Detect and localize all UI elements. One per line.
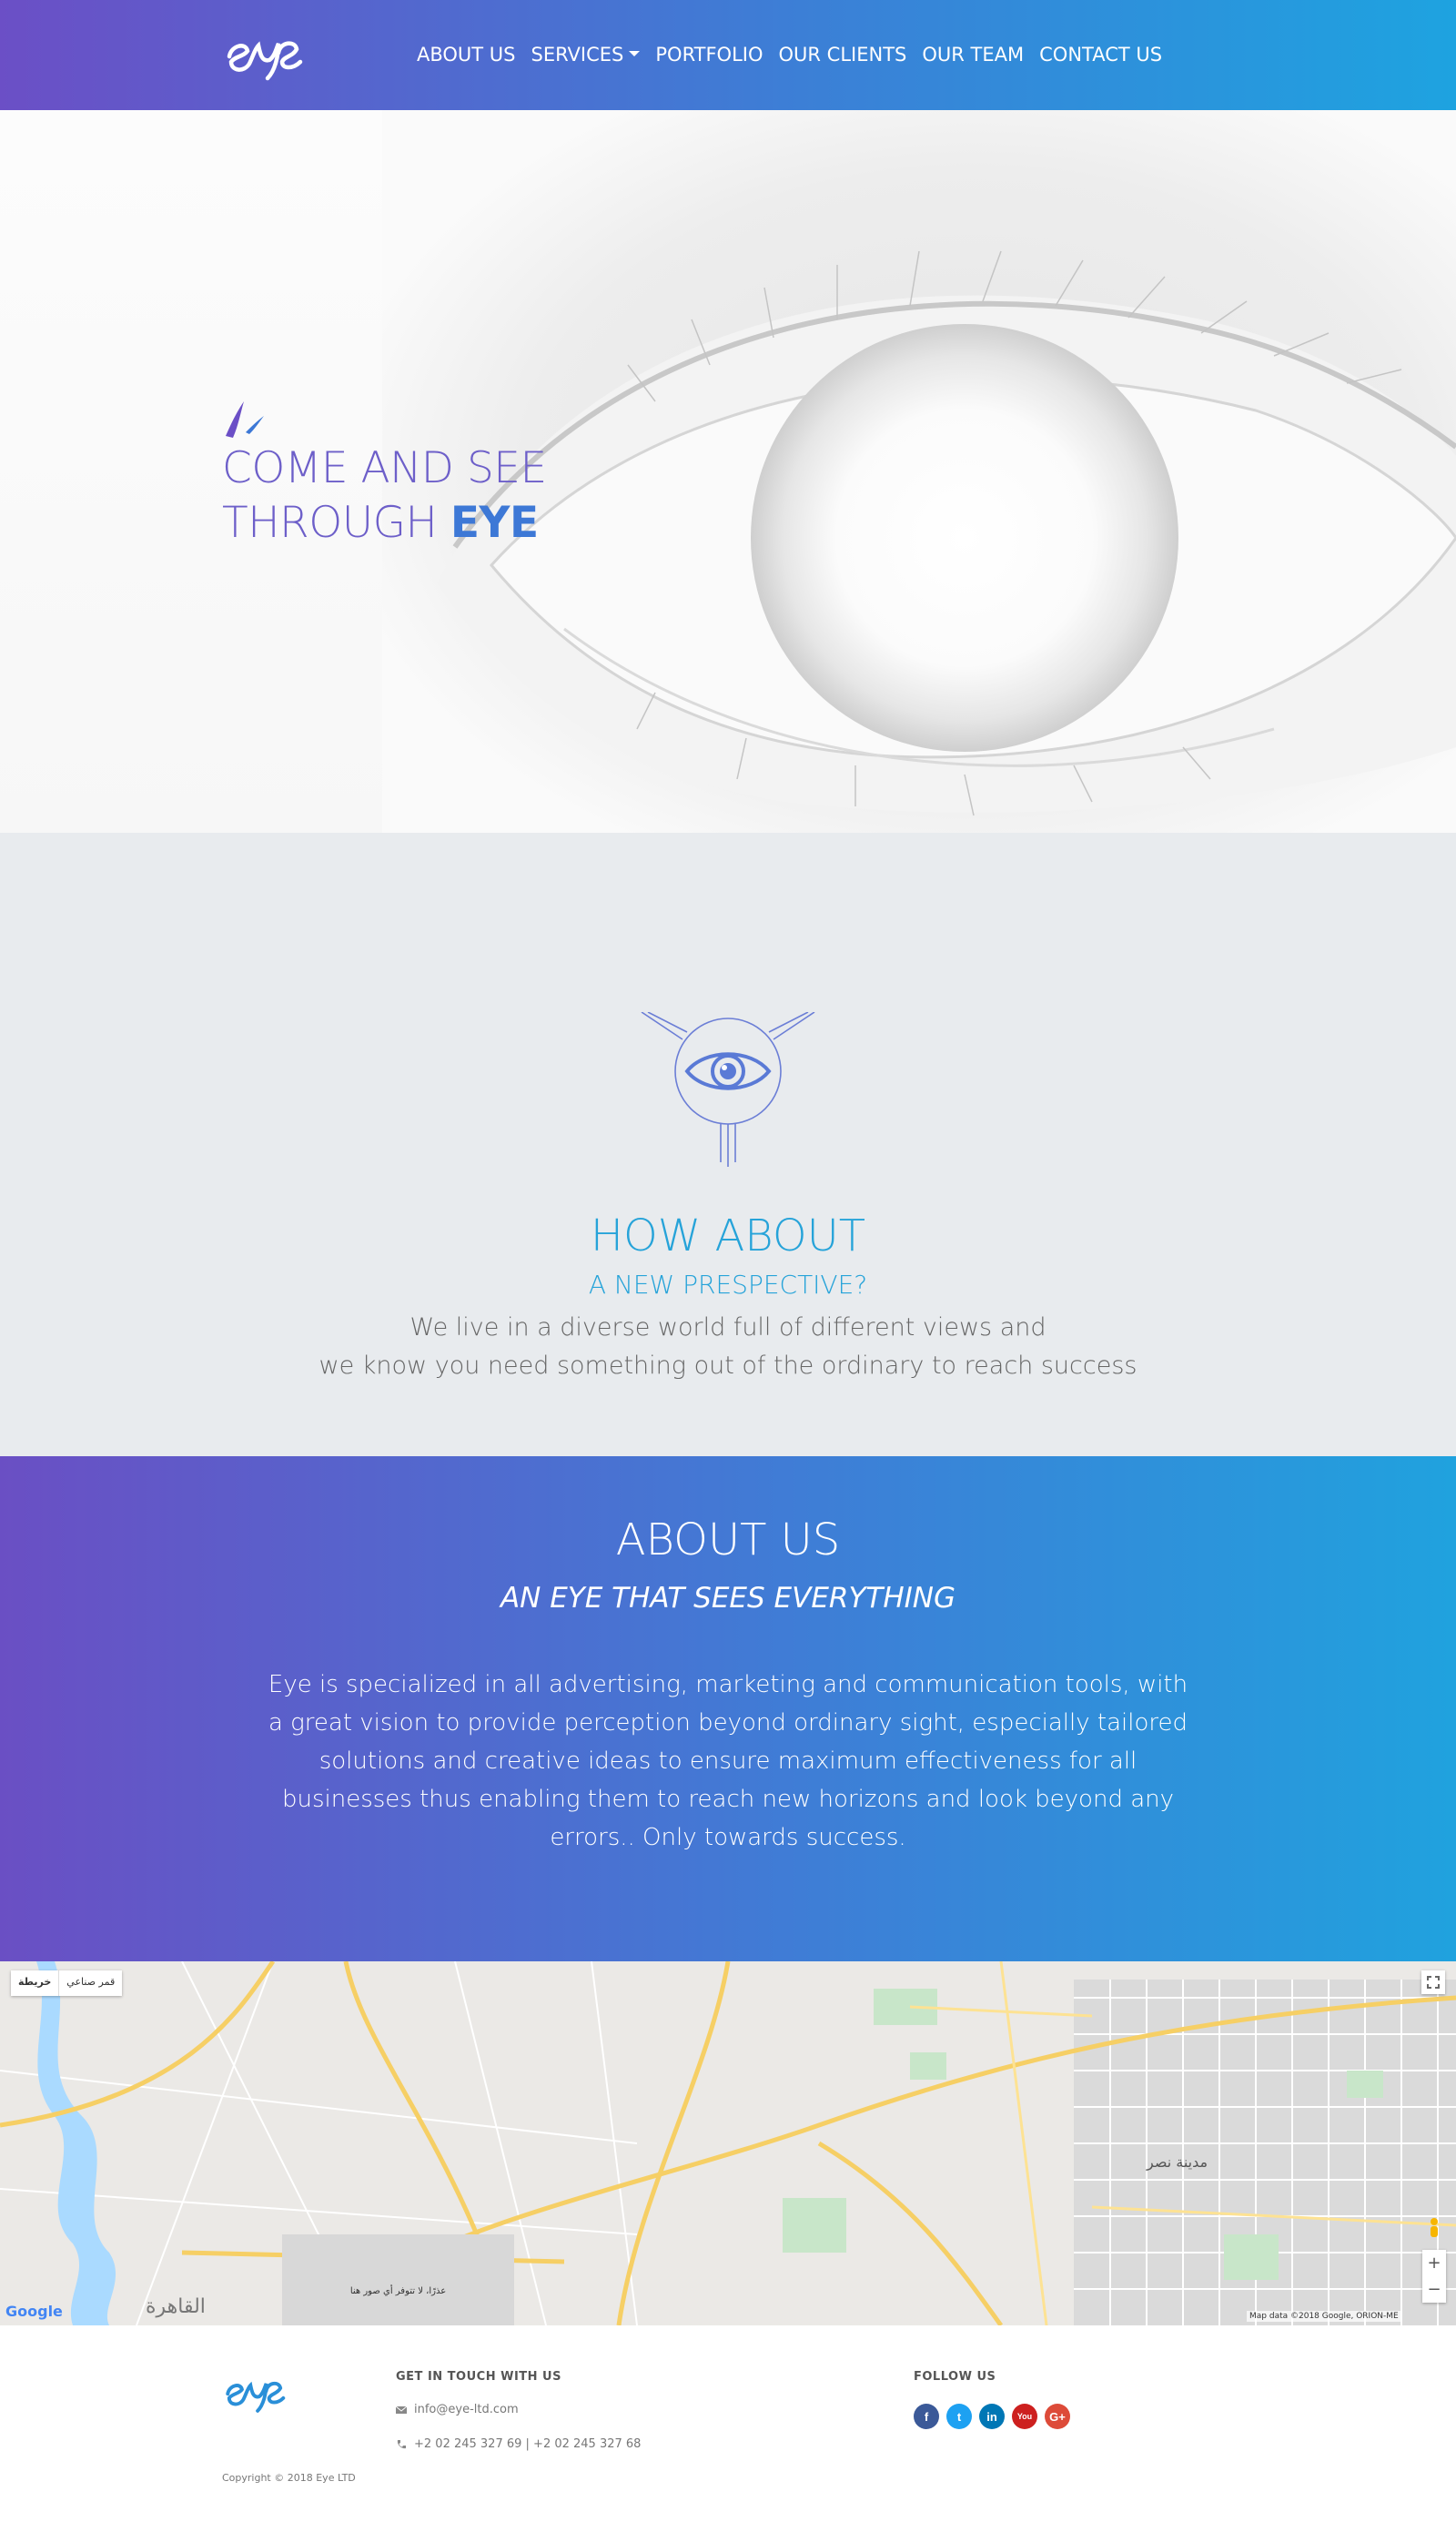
how-about-line-2: we know you need something out of the or… bbox=[318, 1352, 1138, 1380]
fullscreen-button[interactable] bbox=[1421, 1970, 1445, 1994]
contact-phones-text: +2 02 245 327 69 | +2 02 245 327 68 bbox=[414, 2437, 642, 2451]
how-about-subtitle: A NEW PRESPECTIVE? bbox=[588, 1270, 868, 1300]
map-city-label: القاهرة bbox=[146, 2295, 206, 2318]
map-type-map-button[interactable]: خريطة bbox=[11, 1970, 60, 1996]
google-map[interactable]: مدينة نصر القاهرة bbox=[0, 1961, 1456, 2325]
about-us-subtitle: AN EYE THAT SEES EVERYTHING bbox=[500, 1582, 956, 1615]
caret-down-icon bbox=[629, 51, 641, 56]
how-about-title: HOW ABOUT bbox=[590, 1210, 866, 1261]
hero-line-2: THROUGH EYE bbox=[222, 496, 547, 551]
map-type-satellite-button[interactable]: قمر صناعي bbox=[59, 1970, 122, 1996]
footer-eye-logo[interactable] bbox=[222, 2363, 288, 2419]
fullscreen-icon bbox=[1427, 1976, 1440, 1989]
contact-email[interactable]: info@eye-ltd.com bbox=[396, 2403, 519, 2416]
linkedin-icon[interactable]: in bbox=[979, 2404, 1005, 2429]
how-about-line-1: We live in a diverse world full of diffe… bbox=[410, 1313, 1046, 1342]
google-plus-icon[interactable]: G+ bbox=[1045, 2404, 1070, 2429]
nav-contact-us[interactable]: CONTACT US bbox=[1039, 44, 1162, 66]
main-nav: ABOUT US SERVICES PORTFOLIO OUR CLIENTS … bbox=[417, 44, 1178, 66]
copyright: Copyright © 2018 Eye LTD bbox=[222, 2472, 356, 2484]
map-district-label: مدينة نصر bbox=[1146, 2153, 1208, 2172]
map-zoom-control: + − bbox=[1422, 2250, 1446, 2303]
about-us-text: Eye is specialized in all advertising, m… bbox=[268, 1671, 1188, 1851]
eye-vision-icon bbox=[641, 1012, 815, 1167]
nav-our-team[interactable]: OUR TEAM bbox=[922, 44, 1024, 66]
facebook-icon[interactable]: f bbox=[914, 2404, 939, 2429]
contact-heading: GET IN TOUCH WITH US bbox=[396, 2370, 561, 2384]
nav-portfolio[interactable]: PORTFOLIO bbox=[655, 44, 763, 66]
zoom-in-button[interactable]: + bbox=[1422, 2250, 1446, 2276]
nav-about-us[interactable]: ABOUT US bbox=[417, 44, 516, 66]
google-logo[interactable]: Google bbox=[5, 2303, 63, 2320]
map-type-toggle: خريطة قمر صناعي bbox=[11, 1970, 123, 1996]
hero-headline: COME AND SEE THROUGH EYE bbox=[222, 441, 547, 551]
map-tiles: مدينة نصر القاهرة bbox=[0, 1961, 1456, 2325]
nav-our-clients[interactable]: OUR CLIENTS bbox=[779, 44, 907, 66]
map-no-imagery-box bbox=[282, 2234, 514, 2325]
navbar: ABOUT US SERVICES PORTFOLIO OUR CLIENTS … bbox=[0, 0, 1456, 110]
hero-line-1: COME AND SEE bbox=[222, 443, 547, 493]
contact-email-text: info@eye-ltd.com bbox=[414, 2403, 519, 2416]
about-us-title: ABOUT US bbox=[615, 1514, 841, 1565]
map-no-imagery-text: عذرًا، لا تتوفر أي صور هنا bbox=[349, 2286, 447, 2296]
hero-brand-word: EYE bbox=[450, 498, 539, 548]
map-attribution: Map data ©2018 Google, ORION-ME bbox=[1247, 2311, 1401, 2322]
street-view-pegman-icon[interactable] bbox=[1425, 2217, 1443, 2243]
how-about-text: We live in a diverse world full of diffe… bbox=[0, 1309, 1456, 1385]
contact-phones: +2 02 245 327 69 | +2 02 245 327 68 bbox=[396, 2437, 641, 2451]
twitter-icon[interactable]: t bbox=[946, 2404, 972, 2429]
zoom-out-button[interactable]: − bbox=[1422, 2276, 1446, 2303]
social-links: f t in You G+ bbox=[914, 2404, 1070, 2429]
envelope-icon bbox=[396, 2405, 407, 2414]
hero-line-2-prefix: THROUGH bbox=[222, 498, 450, 548]
follow-heading: FOLLOW US bbox=[914, 2370, 996, 2384]
nav-services-label: SERVICES bbox=[531, 44, 624, 66]
footer bbox=[0, 2325, 1456, 2532]
nav-services-dropdown[interactable]: SERVICES bbox=[531, 44, 641, 66]
eye-logo[interactable] bbox=[222, 20, 306, 86]
youtube-icon[interactable]: You bbox=[1012, 2404, 1037, 2429]
brush-mark-icon bbox=[226, 401, 264, 438]
hero-section: COME AND SEE THROUGH EYE bbox=[0, 110, 1456, 833]
phone-icon bbox=[397, 2439, 406, 2448]
